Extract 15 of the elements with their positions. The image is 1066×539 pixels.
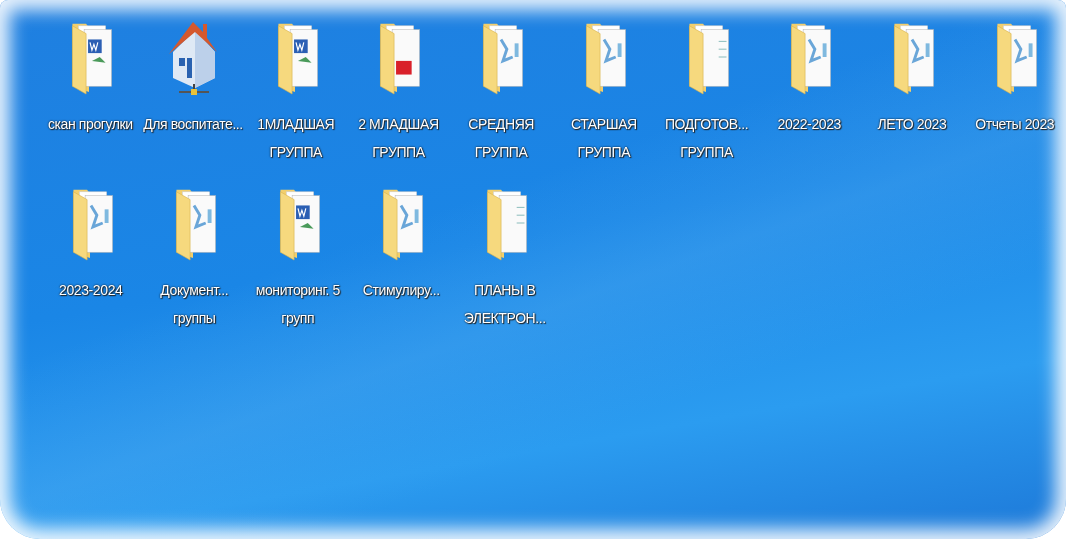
- desktop-icon-label[interactable]: Отчеты 2023: [964, 110, 1066, 138]
- desktop-icon-label[interactable]: СТАРШАЯ ГРУППА: [553, 110, 655, 166]
- desktop-icon-label[interactable]: ПЛАНЫ В ЭЛЕКТРОН...: [454, 276, 556, 332]
- desktop-icon-label[interactable]: СРЕДНЯЯ ГРУППА: [450, 110, 552, 166]
- desktop-icon-label[interactable]: скан прогулки: [39, 110, 141, 138]
- desktop-icon-label[interactable]: 1МЛАДШАЯ ГРУППА: [245, 110, 347, 166]
- desktop-icon-label[interactable]: Стимулиру...: [350, 276, 452, 304]
- desktop-icon-label[interactable]: 2022-2023: [758, 110, 860, 138]
- desktop-icon-label[interactable]: Для воспитате...: [142, 110, 244, 138]
- desktop-icon-label[interactable]: ЛЕТО 2023: [861, 110, 963, 138]
- desktop-icon-label[interactable]: 2023-2024: [40, 276, 142, 304]
- desktop-icon-label[interactable]: мониторинг. 5 групп: [247, 276, 349, 332]
- desktop-icon-label[interactable]: 2 МЛАДШАЯ ГРУППА: [347, 110, 449, 166]
- desktop-icon-label[interactable]: Документ... группы: [143, 276, 245, 332]
- desktop-icon-label[interactable]: ПОДГОТОВ... ГРУППА: [656, 110, 758, 166]
